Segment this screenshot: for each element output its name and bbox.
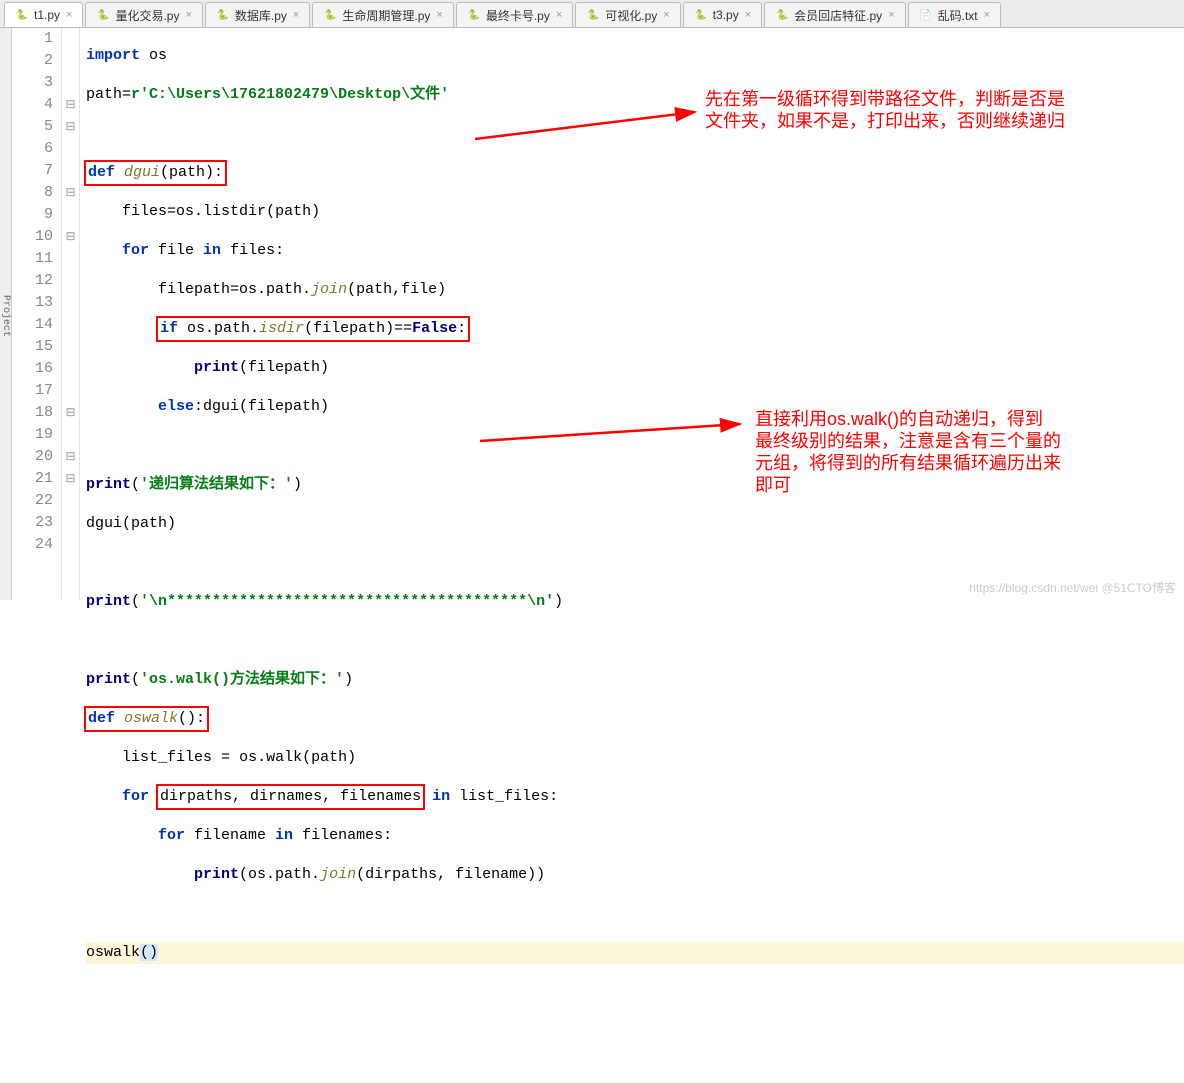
highlight-tuple: dirpaths, dirnames, filenames <box>156 784 425 810</box>
tab-vis[interactable]: 可视化.py × <box>575 2 680 27</box>
python-icon <box>775 8 789 22</box>
module-os: os <box>140 47 167 64</box>
fn-print: print <box>86 671 131 688</box>
tab-label: 生命周期管理.py <box>342 7 430 24</box>
python-icon <box>467 8 481 22</box>
arrow-1 <box>475 104 705 144</box>
kw-if: if <box>160 320 178 337</box>
kw-in: in <box>203 242 221 259</box>
var-path: path <box>86 86 122 103</box>
fn-join: join <box>311 281 347 298</box>
tab-label: 最终卡号.py <box>486 7 550 24</box>
highlight-if-isdir: if os.path.isdir(filepath)==False: <box>156 316 470 342</box>
tab-life[interactable]: 生命周期管理.py × <box>312 2 453 27</box>
tab-db[interactable]: 数据库.py × <box>205 2 310 27</box>
close-icon[interactable]: × <box>556 9 562 21</box>
tab-txt[interactable]: 乱码.txt × <box>908 2 1001 27</box>
cursor-paren: () <box>140 944 158 961</box>
tab-label: 会员回店特征.py <box>794 7 882 24</box>
project-sidebar[interactable]: Project <box>0 28 12 600</box>
kw-for: for <box>122 788 149 805</box>
call-oswalk: oswalk <box>86 944 140 961</box>
fn-oswalk: oswalk <box>115 710 178 727</box>
close-icon[interactable]: × <box>436 9 442 21</box>
str-sep: '\n*************************************… <box>140 593 554 610</box>
annotation-2: 直接利用os.walk()的自动递归，得到 最终级别的结果，注意是含有三个量的 … <box>755 408 1061 430</box>
python-icon <box>216 8 230 22</box>
tab-label: t3.py <box>713 8 739 22</box>
python-icon <box>323 8 337 22</box>
tab-label: 量化交易.py <box>115 7 179 24</box>
watermark: https://blog.csdn.net/wei @51CTO博客 <box>969 579 1176 596</box>
close-icon[interactable]: × <box>185 9 191 21</box>
fn-isdir: isdir <box>259 320 304 337</box>
highlight-def-oswalk: def oswalk(): <box>84 706 209 732</box>
kw-import: import <box>86 47 140 64</box>
fn-print: print <box>194 359 239 376</box>
close-icon[interactable]: × <box>888 9 894 21</box>
highlight-def-dgui: def dgui(path): <box>84 160 227 186</box>
str-res1: '递归算法结果如下：' <box>140 476 293 493</box>
kw-in: in <box>275 827 293 844</box>
kw-for: for <box>158 827 185 844</box>
close-icon[interactable]: × <box>66 9 72 21</box>
tab-label: 数据库.py <box>235 7 287 24</box>
tab-t3[interactable]: t3.py × <box>683 2 762 27</box>
python-icon <box>586 8 600 22</box>
call-listdir: os.listdir <box>176 203 266 220</box>
tuple-vars: dirpaths, dirnames, filenames <box>160 788 421 805</box>
close-icon[interactable]: × <box>293 9 299 21</box>
fn-print: print <box>86 593 131 610</box>
tab-card[interactable]: 最终卡号.py × <box>456 2 573 27</box>
var-listfiles: list_files <box>122 749 221 766</box>
fn-print: print <box>194 866 239 883</box>
tab-quant[interactable]: 量化交易.py × <box>85 2 202 27</box>
str-res2: 'os.walk()方法结果如下：' <box>140 671 344 688</box>
kw-def: def <box>88 710 115 727</box>
fn-dgui: dgui <box>115 164 160 181</box>
op-eq: = <box>122 86 131 103</box>
kw-def: def <box>88 164 115 181</box>
sig: (path): <box>160 164 223 181</box>
fold-gutter[interactable]: ⊟⊟⊟⊟⊟⊟⊟ <box>62 28 80 600</box>
var-filepath: filepath <box>158 281 230 298</box>
fn-join: join <box>320 866 356 883</box>
kw-false: False <box>412 320 457 337</box>
str-path: r'C:\Users\17621802479\Desktop\文件' <box>131 86 449 103</box>
tab-t1[interactable]: t1.py × <box>4 2 83 27</box>
arrow-2 <box>480 416 750 446</box>
tab-label: 可视化.py <box>605 7 657 24</box>
close-icon[interactable]: × <box>663 9 669 21</box>
close-icon[interactable]: × <box>984 9 990 21</box>
kw-else: else <box>158 398 194 415</box>
call-dgui: dgui(path) <box>86 515 176 532</box>
line-gutter: 123456789101112131415161718192021222324 <box>12 28 62 600</box>
var-files: files <box>122 203 167 220</box>
fn-print: print <box>86 476 131 493</box>
code-area[interactable]: import os path=r'C:\Users\17621802479\De… <box>80 28 1184 600</box>
code-editor[interactable]: 123456789101112131415161718192021222324 … <box>12 28 1184 600</box>
tab-member[interactable]: 会员回店特征.py × <box>764 2 905 27</box>
close-icon[interactable]: × <box>745 9 751 21</box>
annotation-1: 先在第一级循环得到带路径文件，判断是否是 文件夹，如果不是，打印出来，否则继续递… <box>705 88 1065 110</box>
python-icon <box>96 8 110 22</box>
kw-for: for <box>122 242 149 259</box>
tab-label: t1.py <box>34 8 60 22</box>
python-icon <box>15 8 29 22</box>
kw-in: in <box>432 788 450 805</box>
text-icon <box>919 8 933 22</box>
python-icon <box>694 8 708 22</box>
tab-label: 乱码.txt <box>938 7 978 24</box>
tab-bar: t1.py × 量化交易.py × 数据库.py × 生命周期管理.py × 最终卡号.… <box>0 0 1184 28</box>
